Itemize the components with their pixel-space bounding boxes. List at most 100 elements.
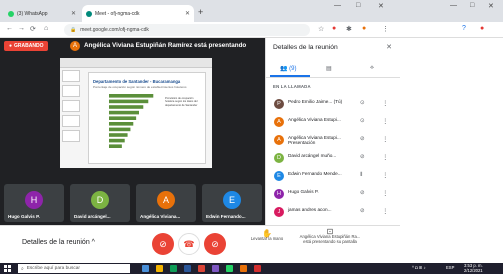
participant-tile[interactable]: H Hugo Galvis P. [4,184,64,222]
task-view-icon[interactable] [142,265,149,272]
close-tab-icon[interactable]: ✕ [185,10,190,17]
participant-tile[interactable]: D David arcángel... [70,184,130,222]
meeting-details-panel: Detalles de la reunión ✕ 👥 (9) ▤ ⟡ EN LA… [265,38,401,225]
maximize-button[interactable]: □ [470,2,474,9]
participant-row[interactable]: J jamas andres acon... ⊘ ⋮ [266,204,401,220]
forward-icon[interactable]: → [18,25,25,32]
recording-badge: ● GRABANDO [4,41,49,51]
bar [109,116,137,120]
menu-icon[interactable]: ⋮ [382,25,389,33]
puzzle-icon[interactable]: ✱ [346,25,352,33]
close-tab-icon[interactable]: ✕ [71,10,76,17]
minimize-button[interactable]: — [334,2,341,9]
tab-activities[interactable]: ⟡ [370,65,374,72]
participant-tile[interactable]: A Angélica Viviana... [136,184,196,222]
windows-start-icon[interactable] [4,265,11,272]
info-icon[interactable]: ? [462,25,466,32]
avatar: A [274,117,284,127]
address-bar: ← → ⟳ ⌂ 🔒 meet.google.com/ofj-ngma-cdk ☆… [0,22,400,38]
more-icon[interactable]: ⋮ [382,189,389,197]
section-label: EN LA LLAMADA [273,84,311,89]
app-icon[interactable] [212,265,219,272]
slide-title: Departamento de Santander - Bucaramanga [93,79,181,84]
pin-icon[interactable]: ⊙ [360,118,365,124]
url-field[interactable]: 🔒 meet.google.com/ofj-ngma-cdk [64,24,310,36]
profile-icon[interactable]: ● [480,25,484,32]
shared-screen: Departamento de Santander - Bucaramanga … [60,58,212,168]
avatar: E [274,171,284,181]
tab-whatsapp[interactable]: (3) WhatsApp ✕ [4,5,80,22]
participant-row[interactable]: E Edwin Fernando Mende... ⦀ ⋮ [266,168,401,184]
leave-call-button[interactable]: ☎ [178,233,200,255]
maximize-button[interactable]: □ [356,2,360,9]
slide-thumbnail [62,70,80,82]
more-icon[interactable]: ⋮ [382,117,389,125]
back-icon[interactable]: ← [6,25,13,32]
close-icon[interactable]: ✕ [386,43,392,51]
mic-off-icon[interactable]: ⊘ [360,136,365,142]
more-icon[interactable]: ⋮ [382,171,389,179]
taskbar-search[interactable]: ⌕ Escribe aquí para buscar [18,264,130,273]
bar [109,110,139,115]
participant-tiles: H Hugo Galvis P. D David arcángel... A A… [0,184,265,222]
search-icon: ⌕ [21,266,24,272]
mic-off-icon[interactable]: ⊘ [360,208,365,214]
avatar: A [274,135,284,145]
presentation-slide: Departamento de Santander - Bucaramanga … [88,72,206,164]
language-indicator[interactable]: ESP [446,265,454,270]
mic-off-icon: ⊘ [159,238,167,249]
participant-tile[interactable]: E Edwin Fernando... [202,184,262,222]
more-icon[interactable]: ⋮ [382,207,389,215]
participant-row[interactable]: P Pedro Emilio Jaime... (Tú) ⊙ ⋮ [266,96,401,112]
app-icon[interactable] [240,265,247,272]
profile-icon[interactable]: ● [362,25,366,32]
word-icon[interactable] [184,265,191,272]
bar-chart [109,94,154,148]
presentation-button[interactable]: ⊡ Angélica Viviana Estupiñán Ra... está … [298,228,362,245]
star-icon[interactable]: ☆ [318,25,324,33]
mic-toggle-button[interactable]: ⊘ [152,233,174,255]
participant-row[interactable]: A Angélica Viviana Estupi... Presentación… [266,132,401,148]
tab-people[interactable]: 👥 (9) [280,65,297,72]
pin-icon[interactable]: ⊙ [360,100,365,106]
mic-off-icon[interactable]: ⊘ [360,190,365,196]
chrome-icon[interactable] [198,265,205,272]
bar [109,138,125,143]
tab-meet[interactable]: Meet - ofj-ngma-cdk ✕ [82,5,194,22]
mic-off-icon[interactable]: ⊘ [360,154,365,160]
new-tab-button[interactable]: + [198,7,203,17]
mic-icon[interactable]: ⦀ [360,172,362,179]
more-icon[interactable]: ⋮ [382,99,389,107]
meeting-details-button[interactable]: Detalles de la reunión ^ [22,239,95,246]
minimize-button[interactable]: — [450,2,457,9]
bar [109,144,122,148]
tab-chat[interactable]: ▤ [326,65,332,72]
raise-hand-button[interactable]: ✋ Levantar la mano [250,230,284,242]
file-explorer-icon[interactable] [156,265,163,272]
background-window-toolbar: ? ● [400,22,503,38]
system-tray-icons[interactable]: ^ ◘ ⊞ ♪ [412,265,426,270]
participant-row[interactable]: H Hugo Galvis P. ⊘ ⋮ [266,186,401,202]
participant-row[interactable]: A Angélica Viviana Estupi... ⊙ ⋮ [266,114,401,130]
more-icon[interactable]: ⋮ [382,153,389,161]
participant-name: Hugo Galvis P. [288,189,319,194]
whatsapp-icon[interactable] [226,265,233,272]
edge-icon[interactable] [170,265,177,272]
avatar: D [274,153,284,163]
raise-hand-label: Levantar la mano [250,236,284,241]
camera-toggle-button[interactable]: ⊘ [204,233,226,255]
avatar: E [223,191,241,209]
participant-row[interactable]: D David arcángel muño... ⊘ ⋮ [266,150,401,166]
close-window-button[interactable]: ✕ [488,2,494,10]
clock[interactable]: 3:53 p. m. 2/12/2021 [464,263,483,273]
home-icon[interactable]: ⌂ [44,25,48,32]
extension-icon[interactable]: ● [332,25,336,32]
tab-strip: (3) WhatsApp ✕ Meet - ofj-ngma-cdk ✕ + —… [0,0,400,22]
presenting-banner: Angélica Viviana Estupiñán Ramírez está … [84,42,247,49]
close-window-button[interactable]: ✕ [378,2,384,10]
participant-name: Hugo Galvis P. [8,214,40,219]
reload-icon[interactable]: ⟳ [30,25,36,33]
panel-title: Detalles de la reunión [273,44,338,51]
app-icon[interactable] [254,265,261,272]
more-icon[interactable]: ⋮ [382,135,389,143]
